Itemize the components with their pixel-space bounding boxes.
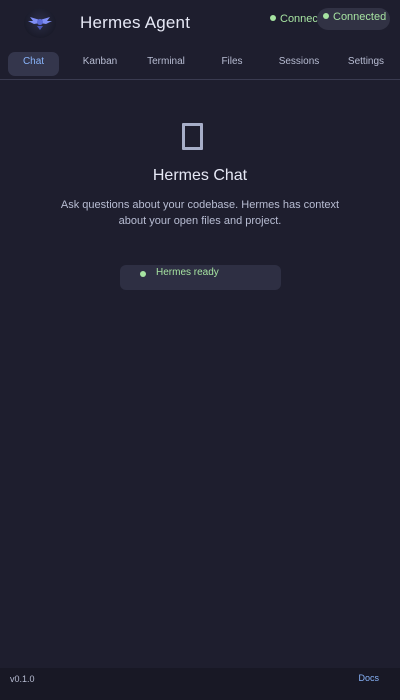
tab-kanban[interactable]: Kanban [74, 52, 126, 76]
main-tabs: Chat Kanban Terminal Files Sessions Sett… [0, 48, 400, 80]
document-outline-icon [182, 123, 203, 150]
chat-title: Hermes Chat [152, 167, 248, 184]
connection-status-badge: Connected [317, 8, 390, 30]
footer: v0.1.0 Docs [0, 668, 400, 700]
connection-status-badge-label: Connected [333, 11, 387, 23]
tab-files[interactable]: Files [206, 52, 258, 76]
ready-status-label: Hermes ready [156, 267, 219, 278]
status-dot-icon [323, 13, 329, 20]
agent-ready-status: Hermes ready [120, 265, 281, 290]
ready-dot-icon [140, 271, 146, 277]
connection-status-text: Connect [270, 13, 321, 25]
docs-link[interactable]: Docs [358, 673, 379, 683]
app-header: Hermes Agent Connect Connected [0, 0, 400, 46]
tab-sessions[interactable]: Sessions [273, 52, 325, 76]
version-label: v0.1.0 [10, 674, 35, 684]
hermes-logo [24, 8, 56, 38]
winged-helmet-icon [28, 17, 52, 30]
chat-description: Ask questions about your codebase. Herme… [60, 199, 340, 227]
tab-terminal[interactable]: Terminal [140, 52, 192, 76]
connection-status-label: Connect [280, 13, 321, 25]
status-dot-icon [270, 15, 276, 22]
tab-chat[interactable]: Chat [8, 52, 59, 76]
app-title: Hermes Agent [80, 13, 191, 32]
tab-settings[interactable]: Settings [340, 52, 392, 76]
